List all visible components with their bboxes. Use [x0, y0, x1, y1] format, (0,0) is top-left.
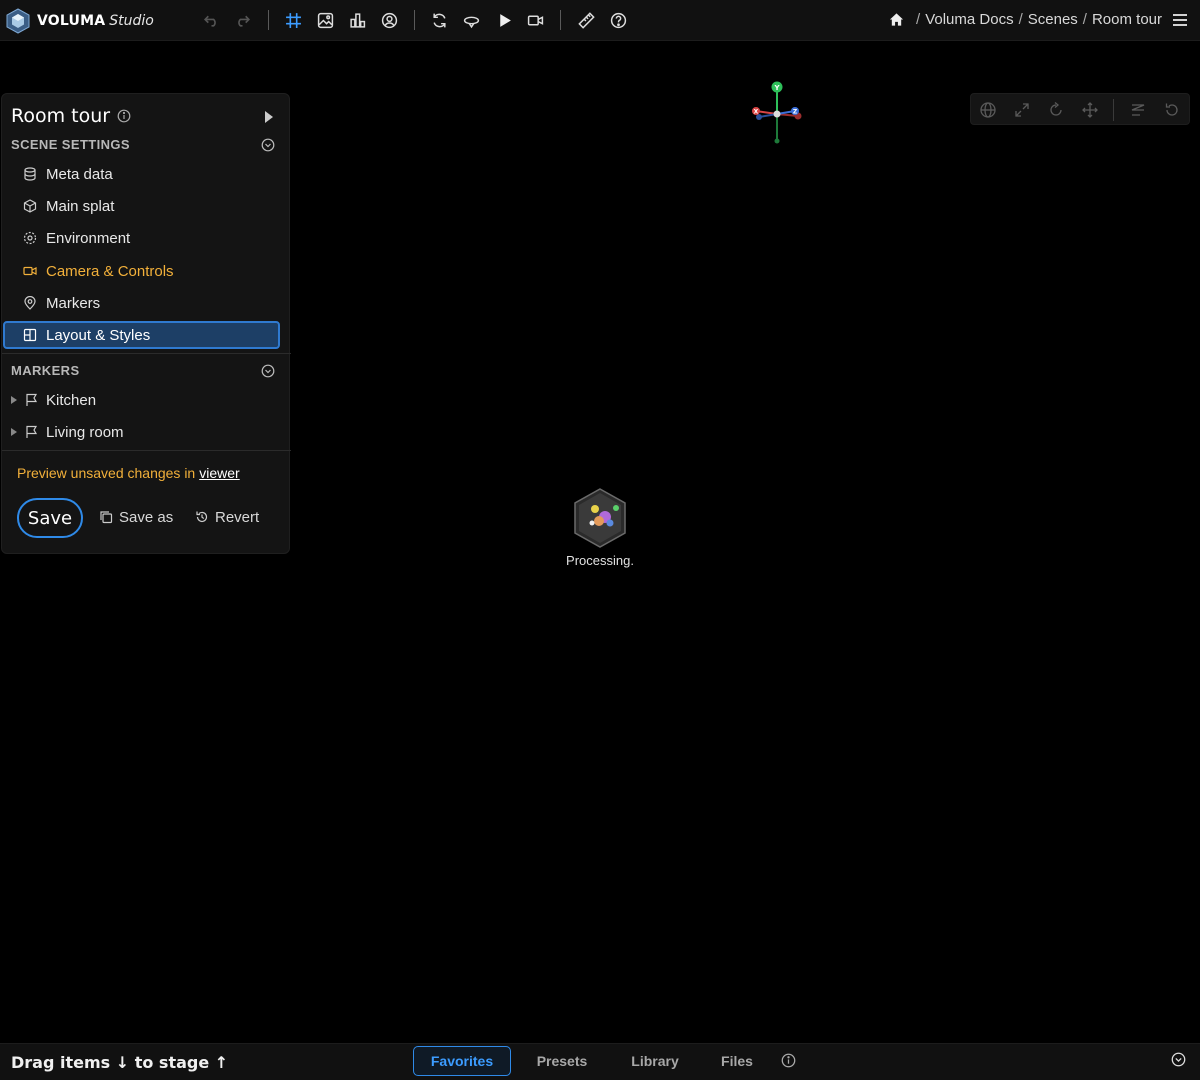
z-axis-label: Z — [793, 109, 798, 116]
brand-name: VOLUMA — [37, 13, 106, 29]
save-button[interactable]: Save — [17, 498, 83, 538]
play-icon[interactable] — [494, 10, 514, 30]
breadcrumb-separator: / — [1018, 11, 1023, 28]
menu-item-label: Layout & Styles — [46, 326, 151, 344]
revert-button[interactable]: Revert — [195, 506, 259, 528]
history-icon — [196, 511, 208, 523]
move-icon[interactable] — [1081, 101, 1099, 119]
divider — [2, 450, 291, 451]
reset-icon[interactable] — [1163, 101, 1181, 119]
orbit-icon[interactable] — [461, 10, 481, 30]
menu-item-markers[interactable]: Markers — [2, 289, 280, 317]
expand-icon[interactable] — [1013, 101, 1031, 119]
collapse-panel-icon[interactable] — [264, 110, 274, 124]
redo-icon[interactable] — [232, 10, 252, 30]
processing-status: Processing. — [566, 553, 634, 568]
breadcrumb-item-room-tour[interactable]: Room tour — [1092, 11, 1162, 28]
flag-icon — [26, 393, 38, 406]
divider — [2, 353, 291, 354]
pin-icon — [24, 296, 36, 310]
grid-icon[interactable] — [283, 10, 303, 30]
marker-label: Kitchen — [46, 391, 97, 409]
refresh-icon[interactable] — [429, 10, 449, 30]
breadcrumb-item-scenes[interactable]: Scenes — [1028, 11, 1078, 28]
chevron-down-icon[interactable] — [261, 364, 275, 378]
breadcrumb-separator: / — [916, 11, 921, 28]
image-icon[interactable] — [315, 10, 335, 30]
app-logo[interactable]: VOLUMA Studio — [6, 8, 154, 34]
rotate-icon[interactable] — [1047, 101, 1065, 119]
undo-icon[interactable] — [201, 10, 221, 30]
flag-icon — [26, 425, 38, 438]
expand-arrow-icon[interactable] — [11, 396, 17, 404]
chevron-down-icon[interactable] — [1171, 1052, 1186, 1067]
marker-label: Living room — [46, 423, 124, 441]
marker-item-kitchen[interactable]: Kitchen — [2, 386, 280, 414]
bottom-bar: Drag items ↓ to stage ↑ Favorites Preset… — [0, 1043, 1200, 1080]
section-header-markers: MARKERS — [11, 363, 80, 378]
scene-title: Room tour — [11, 105, 111, 127]
brand-subtitle: Studio — [109, 13, 154, 29]
help-icon[interactable] — [608, 10, 628, 30]
cube-icon — [23, 199, 37, 213]
voluma-logo-icon — [6, 8, 30, 34]
camera-icon — [23, 266, 37, 276]
database-icon — [24, 167, 36, 181]
home-icon[interactable] — [889, 12, 904, 27]
expand-arrow-icon[interactable] — [11, 428, 17, 436]
align-icon[interactable] — [1129, 101, 1147, 119]
camera-icon[interactable] — [525, 10, 545, 30]
viewer-link[interactable]: viewer — [199, 465, 239, 481]
section-header-scene-settings: SCENE SETTINGS — [11, 137, 131, 152]
menu-icon[interactable] — [1173, 12, 1187, 28]
x-axis-label: X — [754, 109, 759, 116]
menu-item-layout-styles[interactable]: Layout & Styles — [3, 321, 280, 349]
save-as-label: Save as — [119, 508, 174, 526]
preview-note-text: Preview unsaved changes in — [17, 465, 196, 481]
page-title: Room tour — [11, 105, 131, 127]
menu-item-label: Markers — [46, 294, 101, 312]
menu-item-label: Meta data — [46, 165, 113, 183]
breadcrumb: / Voluma Docs / Scenes / Room tour — [889, 11, 1162, 28]
toolbar-separator — [560, 10, 561, 30]
tab-files[interactable]: Files — [707, 1046, 767, 1076]
breadcrumb-item-voluma-docs[interactable]: Voluma Docs — [925, 11, 1013, 28]
copy-icon — [100, 511, 113, 524]
unsaved-changes-note: Preview unsaved changes in viewer — [17, 465, 240, 481]
top-bar: VOLUMA Studio / Voluma Docs / Scenes / R… — [0, 0, 1200, 41]
avatar-icon[interactable] — [379, 10, 399, 30]
ruler-icon[interactable] — [576, 10, 596, 30]
revert-label: Revert — [215, 508, 260, 526]
drag-hint: Drag items ↓ to stage ↑ — [11, 1053, 229, 1072]
marker-item-living-room[interactable]: Living room — [2, 418, 280, 446]
menu-item-label: Camera & Controls — [46, 262, 174, 280]
info-icon[interactable] — [117, 109, 131, 123]
tab-favorites[interactable]: Favorites — [413, 1046, 511, 1076]
axis-gizmo[interactable]: Y X Z — [748, 78, 808, 148]
environment-icon — [23, 231, 37, 245]
menu-item-main-splat[interactable]: Main splat — [2, 192, 280, 220]
globe-icon[interactable] — [979, 101, 997, 119]
scene-panel: Room tour SCENE SETTINGS Meta data Main … — [1, 93, 291, 554]
menu-item-meta-data[interactable]: Meta data — [2, 160, 280, 188]
toolbar-separator — [1113, 99, 1114, 121]
tab-presets[interactable]: Presets — [525, 1046, 599, 1076]
toolbar-separator — [268, 10, 269, 30]
menu-item-environment[interactable]: Environment — [2, 224, 280, 252]
save-as-button[interactable]: Save as — [99, 506, 173, 528]
tab-library[interactable]: Library — [618, 1046, 692, 1076]
toolbar-separator — [414, 10, 415, 30]
menu-item-label: Main splat — [46, 197, 115, 215]
menu-item-camera-controls[interactable]: Camera & Controls — [2, 257, 280, 285]
menu-item-label: Environment — [46, 229, 131, 247]
layout-icon — [23, 328, 37, 342]
y-axis-label: Y — [773, 84, 780, 92]
breadcrumb-separator: / — [1082, 11, 1087, 28]
chart-icon[interactable] — [347, 10, 367, 30]
viewport-toolbar — [970, 93, 1190, 125]
chevron-down-icon[interactable] — [261, 138, 275, 152]
info-icon[interactable] — [781, 1053, 796, 1068]
processing-icon — [574, 488, 626, 548]
